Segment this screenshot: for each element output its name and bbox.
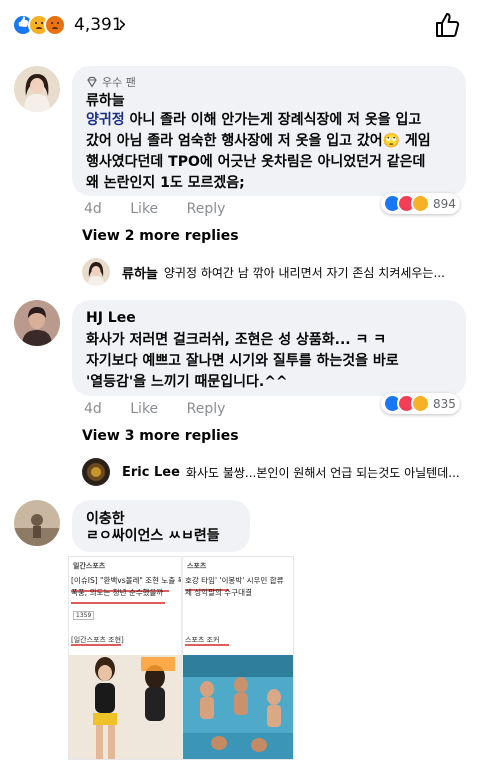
avatar[interactable] <box>14 500 60 546</box>
like-link[interactable]: Like <box>130 401 158 417</box>
reply-author[interactable]: 류하늘 <box>122 263 158 282</box>
comment-author[interactable]: 이충한 <box>86 508 125 528</box>
comment-actions: 4d Like Reply <box>84 401 249 417</box>
comment-text: ㄹㅇ싸이언스 ㅆㅂ련들 <box>86 528 220 544</box>
comment-author[interactable]: HJ Lee <box>86 310 136 326</box>
reply-preview[interactable]: Eric Lee 화사도 불쌍...본인이 원해서 언급 되는것도 아닐텐데..… <box>82 458 460 486</box>
comment-bubble[interactable]: HJ Lee 화사가 저러면 걸크러쉬, 조현은 성 상품화... ㅋ ㅋ 자기… <box>72 300 466 396</box>
right-article-source: 스포츠 조커 <box>185 636 220 644</box>
comment-time: 4d <box>84 401 102 417</box>
view-more-replies[interactable]: View 3 more replies <box>82 428 239 444</box>
reply-text: 화사도 불쌍...본인이 원해서 언급 되는것도 아닐텐데... <box>185 465 460 480</box>
reply-author[interactable]: Eric Lee <box>122 465 180 480</box>
left-article-count: 1359 <box>73 611 95 620</box>
reply-text: 양귀정 하여간 남 깎아 내리면서 자기 존심 치켜세우는... <box>163 265 445 280</box>
reply-link[interactable]: Reply <box>187 201 226 217</box>
avatar[interactable] <box>82 258 110 286</box>
like-button-icon[interactable] <box>434 12 460 38</box>
avatar[interactable] <box>14 300 60 346</box>
avatar[interactable] <box>82 458 110 486</box>
like-link[interactable]: Like <box>130 201 158 217</box>
avatar[interactable] <box>14 66 60 112</box>
mentioned-name[interactable]: 양귀정 <box>86 112 125 128</box>
comment-reactions[interactable]: 894 <box>381 193 460 214</box>
reaction-total: 4,391 <box>74 15 123 35</box>
comment-text: 화사가 저러면 걸크러쉬, 조현은 성 상품화... ㅋ ㅋ 자기보다 예쁘고 … <box>86 332 399 390</box>
comment-bubble[interactable]: 이충한 ㄹㅇ싸이언스 ㅆㅂ련들 <box>72 500 250 552</box>
top-fan-badge: 우수 팬 <box>86 74 136 90</box>
right-article-headline: 호강 타임' '이봉박' 시우민 합류 체 싱익팔의 수구대결 <box>185 576 284 597</box>
reply-preview[interactable]: 류하늘 양귀정 하여간 남 깎아 내리면서 자기 존심 치켜세우는... <box>82 258 445 286</box>
haha-reaction-icon <box>411 394 430 413</box>
left-article-source: [일간스포츠 조현] <box>71 636 124 644</box>
comment-actions: 4d Like Reply <box>84 201 249 217</box>
reaction-count: 894 <box>433 196 456 211</box>
angry-reaction-icon <box>44 14 66 36</box>
reaction-count: 835 <box>433 396 456 411</box>
right-article-brand: 스포츠 <box>187 562 207 570</box>
wow-reaction-icon <box>411 194 430 213</box>
comment-time: 4d <box>84 201 102 217</box>
chevron-right-icon[interactable]: › <box>118 12 127 37</box>
reactions-bar[interactable]: 4,391 › <box>0 0 480 50</box>
reaction-summary[interactable]: 4,391 <box>12 14 123 36</box>
comment-text: 양귀정 아니 졸라 이해 안가는게 장례식장에 저 옷을 입고 갔어 아님 졸라… <box>86 112 431 191</box>
view-more-replies[interactable]: View 2 more replies <box>82 228 239 244</box>
comment-bubble[interactable]: 우수 팬 류하늘 양귀정 아니 졸라 이해 안가는게 장례식장에 저 옷을 입고… <box>72 66 466 196</box>
comment-author[interactable]: 류하늘 <box>86 90 125 110</box>
reply-link[interactable]: Reply <box>187 401 226 417</box>
diamond-icon <box>87 76 97 88</box>
comment-photo[interactable]: 일간스포츠 스포츠 [이슈IS] "환백vs볼레" 조현 노출 복 폭풍, 의도… <box>68 556 294 760</box>
left-article-brand: 일간스포츠 <box>73 562 106 570</box>
comment-reactions[interactable]: 835 <box>381 393 460 414</box>
left-article-headline: [이슈IS] "환백vs볼레" 조현 노출 복 폭풍, 의도는 청년 순수했을까 <box>71 576 181 597</box>
